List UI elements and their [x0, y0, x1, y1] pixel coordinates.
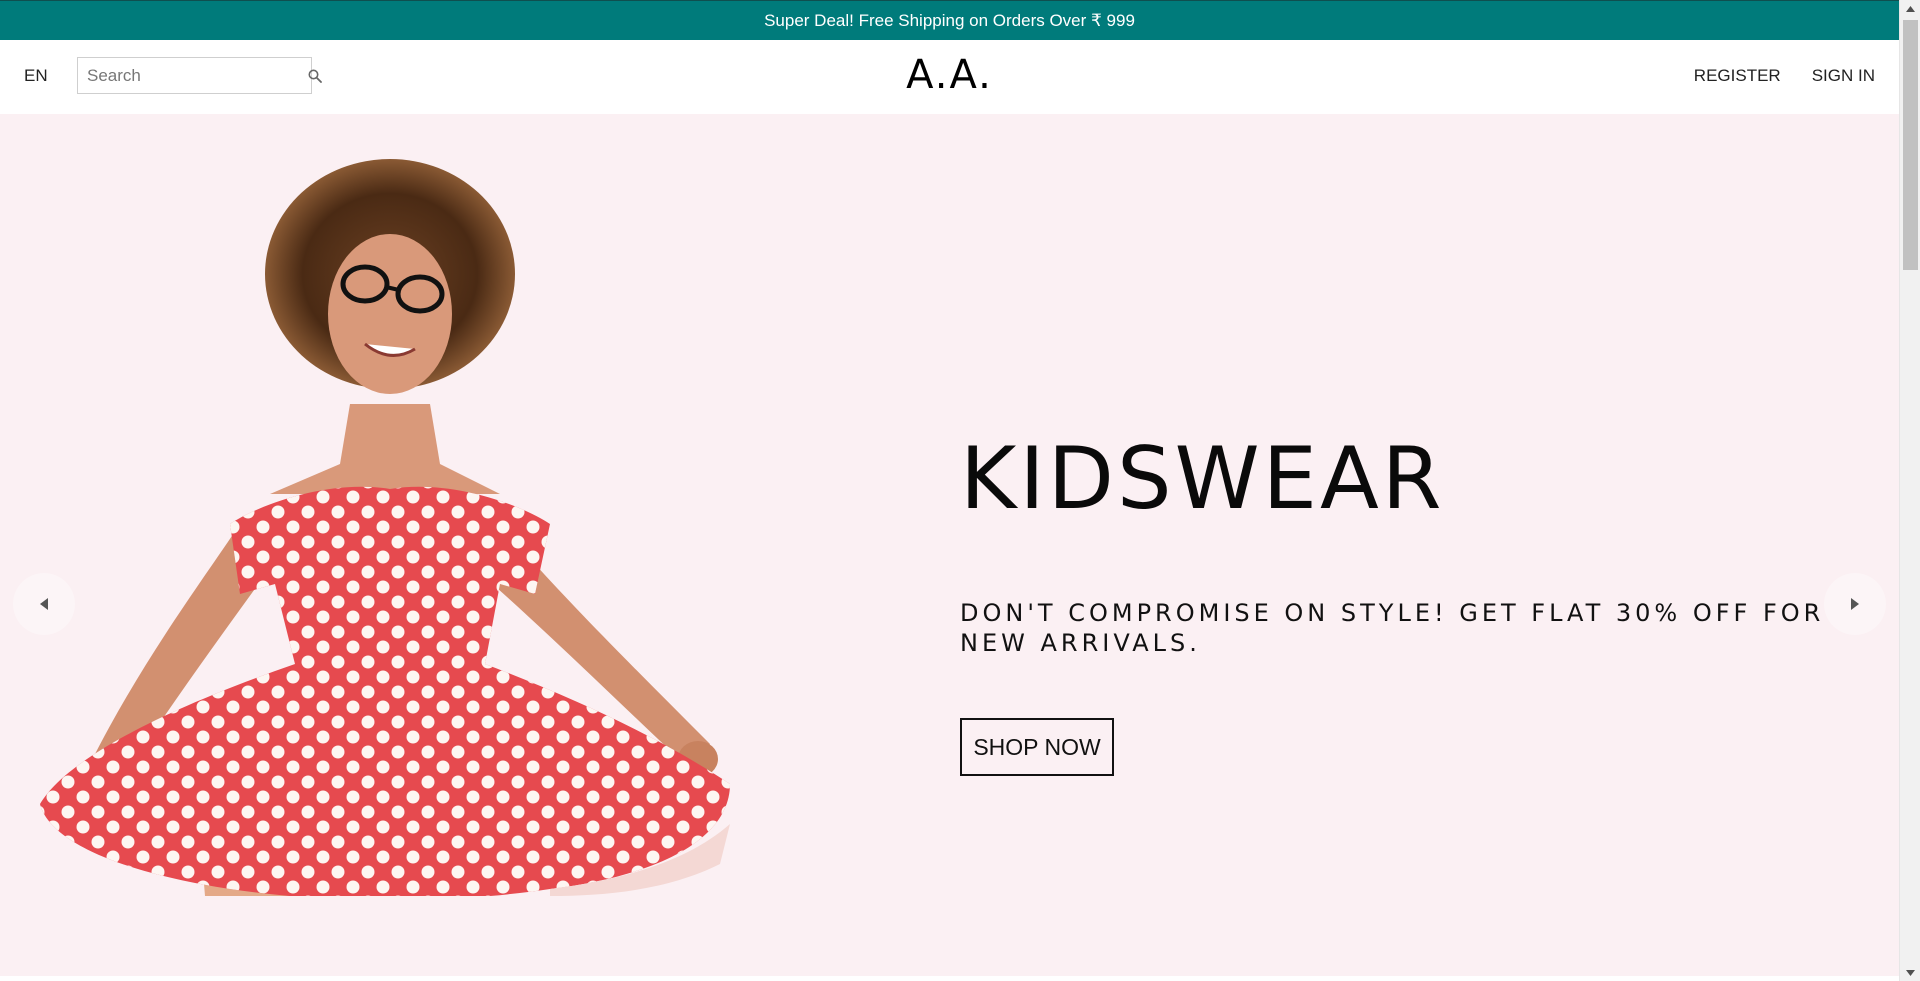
- slider-prev-button[interactable]: [13, 573, 75, 635]
- caret-up-icon: [1906, 5, 1915, 12]
- hero-subtitle: DON'T COMPROMISE ON STYLE! GET FLAT 30% …: [960, 599, 1825, 657]
- caret-down-icon: [1906, 969, 1915, 976]
- hero-slider: KIDSWEAR DON'T COMPROMISE ON STYLE! GET …: [0, 114, 1899, 976]
- shop-now-button[interactable]: SHOP NOW: [960, 718, 1114, 776]
- page-scrollbar[interactable]: [1899, 0, 1920, 981]
- scrollbar-thumb[interactable]: [1903, 20, 1918, 270]
- register-link[interactable]: REGISTER: [1694, 66, 1781, 86]
- hero-image: [40, 159, 730, 896]
- signin-link[interactable]: SIGN IN: [1812, 66, 1875, 86]
- scroll-up-arrow[interactable]: [1900, 0, 1920, 17]
- announcement-text: Super Deal! Free Shipping on Orders Over…: [764, 10, 1135, 30]
- search-input[interactable]: [78, 58, 308, 93]
- hero-title: KIDSWEAR: [960, 429, 1445, 529]
- account-nav: REGISTER SIGN IN: [1694, 66, 1875, 86]
- search-box: [77, 57, 322, 94]
- page: Super Deal! Free Shipping on Orders Over…: [0, 0, 1920, 981]
- announcement-bar: Super Deal! Free Shipping on Orders Over…: [0, 0, 1899, 40]
- scroll-down-arrow[interactable]: [1900, 964, 1920, 981]
- slider-next-button[interactable]: [1824, 573, 1886, 635]
- chevron-right-icon: [1851, 598, 1859, 610]
- search-icon[interactable]: [308, 58, 322, 93]
- chevron-left-icon: [40, 598, 48, 610]
- site-header: EN A.A. REGISTER SIGN IN: [0, 40, 1899, 114]
- language-selector[interactable]: EN: [24, 66, 48, 86]
